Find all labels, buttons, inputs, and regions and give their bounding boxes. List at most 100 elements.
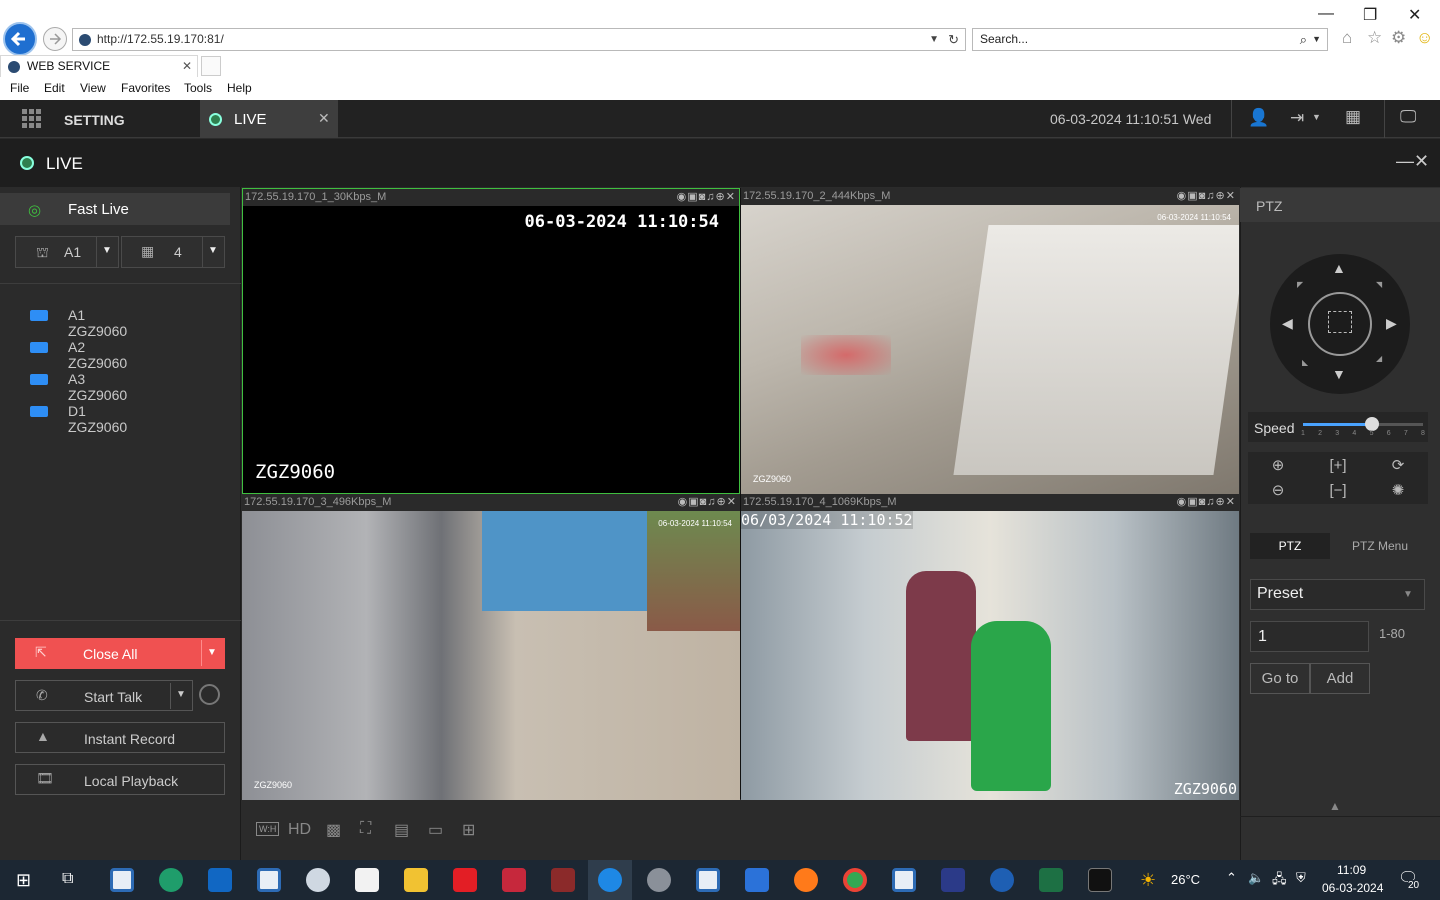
firefox-icon[interactable]	[794, 868, 818, 892]
ptz-zoom-area-button[interactable]	[1308, 292, 1372, 356]
volume-icon[interactable]: 🔈	[1248, 870, 1264, 886]
menu-favorites[interactable]: Favorites	[121, 81, 170, 95]
app-window-icon[interactable]	[892, 868, 916, 892]
start-talk-button[interactable]: ✆ Start Talk ▼	[15, 680, 193, 711]
talk-status-icon[interactable]	[199, 684, 220, 705]
app-globe-icon[interactable]	[990, 868, 1014, 892]
gear-icon[interactable]: ⚙	[1391, 28, 1406, 48]
store-icon[interactable]	[355, 868, 379, 892]
zoom-out-icon[interactable]: ⊖	[1248, 478, 1308, 504]
logout-icon[interactable]: ⇥	[1290, 108, 1304, 128]
search-dropdown-icon[interactable]: ▼	[1312, 29, 1321, 50]
windows-start-icon[interactable]: ⊞	[16, 870, 31, 891]
close-all-button[interactable]: ⇱ Close All ▼	[15, 638, 225, 669]
logout-dropdown-icon[interactable]: ▼	[1312, 112, 1321, 122]
security-icon[interactable]: ⛨	[1296, 870, 1306, 886]
down-right-arrow-icon[interactable]: ◢	[1376, 354, 1382, 363]
speed-track[interactable]	[1303, 423, 1423, 426]
instant-record-button[interactable]: ▲ Instant Record	[15, 722, 225, 753]
single-view-icon[interactable]: ▭	[428, 820, 443, 840]
preset-select[interactable]: Preset ▼	[1250, 579, 1425, 610]
app-window-icon[interactable]	[257, 868, 281, 892]
back-button[interactable]	[3, 22, 37, 56]
minimize-icon[interactable]: —	[1318, 5, 1334, 23]
forward-button[interactable]	[43, 27, 67, 51]
add-button[interactable]: Add	[1310, 663, 1370, 694]
aspect-ratio-button[interactable]: W:H	[256, 822, 280, 836]
iris-icon[interactable]: ✺	[1368, 478, 1428, 504]
video-tile[interactable]: 172.55.19.170_3_496Kbps_M ◉▣◙♫⊕✕ 06-03-2…	[242, 494, 740, 800]
edge-icon[interactable]	[159, 868, 183, 892]
left-arrow-icon[interactable]: ◀	[1282, 315, 1293, 332]
rotate-icon[interactable]: ⟳	[1368, 453, 1428, 479]
user-icon[interactable]: 👤	[1248, 108, 1269, 128]
anydesk-like-icon[interactable]	[453, 868, 477, 892]
menu-tools[interactable]: Tools	[184, 81, 212, 95]
refresh-icon[interactable]: ↻	[948, 29, 959, 50]
favorites-star-icon[interactable]: ☆	[1367, 28, 1382, 48]
minimize-panel-icon[interactable]: —	[1396, 151, 1414, 172]
tile-controls-icon[interactable]: ◉▣◙♫⊕✕	[1177, 188, 1236, 204]
tab-ptz[interactable]: PTZ	[1250, 533, 1330, 559]
down-arrow-icon[interactable]: ▼	[1332, 366, 1346, 382]
menu-file[interactable]: File	[10, 81, 29, 95]
hd-button[interactable]: HD	[288, 821, 311, 839]
down-left-arrow-icon[interactable]: ◣	[1302, 358, 1308, 367]
menu-help[interactable]: Help	[227, 81, 252, 95]
restore-icon[interactable]: ❐	[1363, 5, 1377, 25]
terminal-icon[interactable]	[1088, 868, 1112, 892]
fullscreen-icon[interactable]: ⛶	[360, 820, 371, 838]
quad-view-icon[interactable]: ⊞	[462, 820, 475, 840]
chevron-down-icon[interactable]: ▼	[207, 647, 217, 658]
monitor-icon[interactable]: 🖵	[1400, 107, 1416, 127]
app-window-icon[interactable]	[696, 868, 720, 892]
speed-slider-handle[interactable]	[1364, 417, 1379, 431]
live-tab[interactable]: LIVE ✕	[200, 100, 338, 138]
tab-ptz-menu[interactable]: PTZ Menu	[1338, 533, 1422, 559]
close-window-icon[interactable]: ✕	[1408, 5, 1421, 25]
window-mode-icon[interactable]: ▤	[394, 820, 409, 840]
up-arrow-icon[interactable]: ▲	[1332, 260, 1346, 276]
focus-near-icon[interactable]: [+]	[1308, 453, 1368, 479]
zoom-in-icon[interactable]: ⊕	[1248, 453, 1308, 479]
fast-live-header[interactable]: ◎ Fast Live	[0, 193, 230, 225]
video-tile[interactable]: 172.55.19.170_1_30Kbps_M ◉▣◙♫⊕✕ 06-03-20…	[242, 188, 740, 494]
weather-icon[interactable]: ☀	[1140, 870, 1156, 891]
preset-number-input[interactable]: 1	[1250, 621, 1369, 652]
task-view-icon[interactable]: ⧉	[62, 870, 73, 888]
app-window-icon[interactable]	[110, 868, 134, 892]
clock-time[interactable]: 11:09	[1337, 863, 1366, 877]
setting-tab[interactable]: SETTING	[0, 100, 200, 138]
video-tile[interactable]: 172.55.19.170_4_1069Kbps_M ◉▣◙♫⊕✕ 06/03/…	[741, 494, 1239, 800]
focus-far-icon[interactable]: [−]	[1308, 478, 1368, 504]
vc-app-icon[interactable]	[745, 868, 769, 892]
search-icon[interactable]: ⌕	[1300, 29, 1307, 50]
weather-temp[interactable]: 26°C	[1171, 872, 1200, 887]
internet-explorer-icon[interactable]	[598, 868, 622, 892]
app-red-icon[interactable]	[502, 868, 526, 892]
browser-tab[interactable]: WEB SERVICE ✕	[0, 55, 198, 77]
up-right-arrow-icon[interactable]: ◥	[1376, 280, 1382, 289]
app-blue-icon[interactable]	[941, 868, 965, 892]
qr-code-icon[interactable]: ▦	[1345, 107, 1361, 127]
goto-button[interactable]: Go to	[1250, 663, 1310, 694]
local-playback-button[interactable]: 🎞 Local Playback	[15, 764, 225, 795]
address-bar[interactable]: http://172.55.19.170:81/ ▼ ↻	[72, 28, 966, 51]
outlook-icon[interactable]	[208, 868, 232, 892]
layout-select[interactable]: ▦ 4 ▼	[121, 236, 225, 268]
app-dark-red-icon[interactable]	[551, 868, 575, 892]
tile-controls-icon[interactable]: ◉▣◙♫⊕✕	[677, 189, 736, 205]
new-tab-button[interactable]	[201, 56, 221, 76]
stream-switch-icon[interactable]: ▩	[326, 820, 341, 840]
chevron-down-icon[interactable]: ▼	[176, 689, 186, 700]
close-panel-icon[interactable]: ✕	[1414, 151, 1429, 172]
collapse-up-icon[interactable]: ▲	[1329, 799, 1341, 813]
live-tab-close-icon[interactable]: ✕	[318, 110, 330, 127]
excel-icon[interactable]	[1039, 868, 1063, 892]
dropdown-icon[interactable]: ▼	[929, 29, 939, 50]
up-left-arrow-icon[interactable]: ◤	[1297, 280, 1303, 289]
tile-controls-icon[interactable]: ◉▣◙♫⊕✕	[1177, 494, 1236, 510]
settings-icon[interactable]	[647, 868, 671, 892]
stream-select[interactable]: ⛫ A1 ▼	[15, 236, 119, 268]
video-tile[interactable]: 172.55.19.170_2_444Kbps_M ◉▣◙♫⊕✕ 06-03-2…	[741, 188, 1239, 494]
